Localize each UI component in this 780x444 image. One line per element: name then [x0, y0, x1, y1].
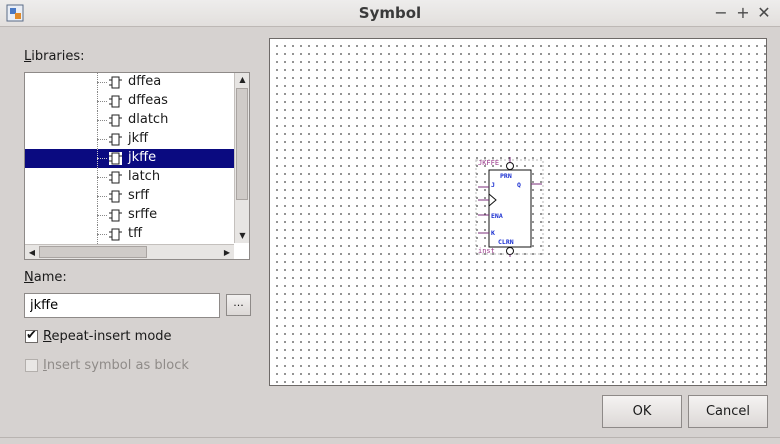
name-label-mnemonic: N [24, 270, 34, 285]
tree-branch-connector [97, 177, 107, 178]
tree-item-label: latch [128, 169, 161, 184]
tree-vertical-scrollbar[interactable]: ▲ ▼ [234, 73, 249, 243]
tree-item-srffe[interactable]: srffe [25, 206, 235, 225]
scroll-right-arrow-icon[interactable]: ▶ [220, 245, 234, 259]
symbol-icon [109, 152, 122, 165]
libraries-label: Libraries: [24, 49, 85, 64]
tree-item-dffea[interactable]: dffea [25, 73, 235, 92]
maximize-button[interactable]: + [733, 3, 753, 23]
pin-j-label: J [491, 181, 495, 189]
tree-branch-connector [97, 82, 107, 83]
name-label-text: ame: [33, 270, 67, 285]
horizontal-scroll-thumb[interactable] [39, 246, 147, 258]
tree-item-jkff[interactable]: jkff [25, 130, 235, 149]
repeat-insert-checkbox[interactable]: ✔ [25, 328, 38, 343]
tree-item-jkffe[interactable]: jkffe [25, 149, 235, 168]
tree-item-label: jkffe [128, 150, 157, 165]
tree-item-label: srffe [128, 207, 158, 222]
symbol-icon [109, 190, 122, 203]
name-input[interactable] [24, 293, 220, 318]
insert-block-checkbox[interactable] [25, 359, 38, 372]
tree-item-label: tff [128, 226, 143, 241]
scroll-left-arrow-icon[interactable]: ◀ [25, 245, 39, 259]
symbol-icon [109, 133, 122, 146]
title-bar: Symbol − + ✕ [0, 0, 780, 27]
symbol-preview-canvas: JKFFE inst PRN J Q ENA K CLRN [269, 38, 767, 386]
symbol-icon [109, 209, 122, 222]
tree-item-dlatch[interactable]: dlatch [25, 111, 235, 130]
tree-item-label: dffea [128, 74, 162, 89]
window-title: Symbol [358, 4, 422, 22]
symbol-icon [109, 95, 122, 108]
bottom-divider [0, 437, 780, 438]
tree-item-label: srff [128, 188, 150, 203]
library-tree[interactable]: dffea dffeas dlatch jkff jkffe latch srf… [24, 72, 250, 260]
tree-branch-connector [97, 139, 107, 140]
jkffe-symbol-preview: JKFFE inst PRN J Q ENA K CLRN [475, 157, 544, 257]
symbol-icon [109, 114, 122, 127]
insert-block-text: nsert symbol as block [46, 358, 189, 373]
symbol-icon [109, 171, 122, 184]
instance-label: inst [478, 247, 495, 255]
ok-button[interactable]: OK [602, 395, 682, 428]
pin-k-label: K [491, 229, 495, 237]
tree-item-label: dffeas [128, 93, 168, 108]
tree-horizontal-scrollbar[interactable]: ◀ ▶ [25, 244, 234, 259]
checkmark-icon: ✔ [26, 328, 37, 343]
tree-branch-connector [97, 158, 107, 159]
close-button[interactable]: ✕ [754, 3, 774, 23]
tree-item-label: jkff [128, 131, 149, 146]
scroll-down-arrow-icon[interactable]: ▼ [235, 229, 249, 243]
tree-item-tff[interactable]: tff [25, 225, 235, 244]
tree-item-latch[interactable]: latch [25, 168, 235, 187]
libraries-label-text: ibraries: [31, 49, 85, 64]
minimize-button[interactable]: − [711, 3, 731, 23]
tree-branch-connector [97, 101, 107, 102]
pin-q-label: Q [517, 181, 521, 189]
vertical-scroll-thumb[interactable] [236, 88, 248, 200]
repeat-insert-text: epeat-insert mode [51, 329, 172, 344]
name-label: Name: [24, 270, 67, 285]
tree-branch-connector [97, 120, 107, 121]
scroll-up-arrow-icon[interactable]: ▲ [235, 73, 249, 87]
tree-item-label: dlatch [128, 112, 169, 127]
tree-branch-connector [97, 215, 107, 216]
pin-ena-label: ENA [491, 212, 503, 220]
tree-item-srff[interactable]: srff [25, 187, 235, 206]
tree-branch-connector [97, 196, 107, 197]
tree-item-dffeas[interactable]: dffeas [25, 92, 235, 111]
repeat-insert-label[interactable]: Repeat-insert mode [43, 329, 172, 344]
tree-branch-connector [97, 234, 107, 235]
cancel-button[interactable]: Cancel [688, 395, 768, 428]
symbol-icon [109, 228, 122, 241]
browse-button[interactable]: ... [226, 294, 251, 316]
pin-prn-label: PRN [500, 172, 512, 180]
symbol-icon [109, 76, 122, 89]
insert-block-label[interactable]: Insert symbol as block [43, 358, 189, 373]
pin-clrn-label: CLRN [498, 238, 514, 246]
symbol-name-label: JKFFE [478, 159, 499, 167]
